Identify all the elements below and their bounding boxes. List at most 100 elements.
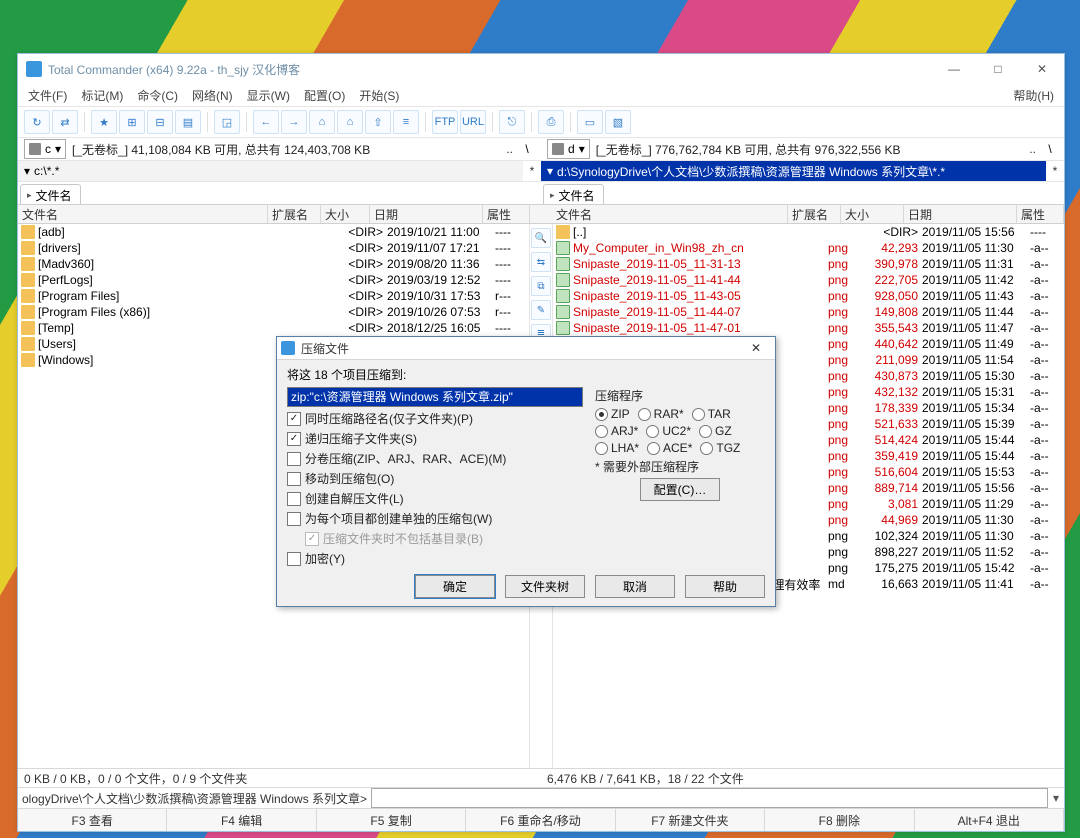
list-item[interactable]: [drivers]<DIR>2019/11/07 17:21---- xyxy=(18,240,529,256)
radio-lha[interactable]: LHA* xyxy=(595,441,639,455)
opt-move[interactable]: 移动到压缩包(O) xyxy=(287,470,583,487)
list-item[interactable]: Snipaste_2019-11-05_11-44-07png149,80820… xyxy=(553,304,1064,320)
path-left[interactable]: ▾ c:\*.* xyxy=(18,161,523,181)
opt-pathnames[interactable]: ✓同时压缩路径名(仅子文件夹)(P) xyxy=(287,410,583,427)
cmd-input[interactable] xyxy=(371,788,1048,808)
drive-select-left[interactable]: c ▾ xyxy=(24,139,66,159)
tool-rect-icon[interactable]: ▭ xyxy=(577,110,603,134)
opt-recurse[interactable]: ✓递归压缩子文件夹(S) xyxy=(287,430,583,447)
menu-file[interactable]: 文件(F) xyxy=(28,87,67,104)
list-item[interactable]: Snipaste_2019-11-05_11-41-44png222,70520… xyxy=(553,272,1064,288)
col-date[interactable]: 日期 xyxy=(370,205,483,223)
fkey-f8[interactable]: F8 删除 xyxy=(765,809,914,831)
minimize-button[interactable]: — xyxy=(932,54,976,84)
col-ext[interactable]: 扩展名 xyxy=(268,205,321,223)
col-attr[interactable]: 属性 xyxy=(483,205,530,223)
col-name[interactable]: 文件名 xyxy=(18,205,268,223)
col-size[interactable]: 大小 xyxy=(321,205,370,223)
tool-fill-icon[interactable]: ▧ xyxy=(605,110,631,134)
path-right[interactable]: ▾ d:\SynologyDrive\个人文档\少数派撰稿\资源管理器 Wind… xyxy=(541,161,1046,181)
tool-url-icon[interactable]: URL xyxy=(460,110,486,134)
tool-home-a-icon[interactable]: ⌂ xyxy=(309,110,335,134)
list-item[interactable]: Snipaste_2019-11-05_11-47-01png355,54320… xyxy=(553,320,1064,336)
fkey-f6[interactable]: F6 重命名/移动 xyxy=(466,809,615,831)
radio-tar[interactable]: TAR xyxy=(692,407,731,421)
menu-command[interactable]: 命令(C) xyxy=(137,87,178,104)
opt-separate[interactable]: 为每个项目都创建单独的压缩包(W) xyxy=(287,510,583,527)
path-aux-right[interactable]: * xyxy=(1046,161,1064,181)
tool-exit-icon[interactable]: ⎋ xyxy=(499,110,525,134)
vtool-copy-icon[interactable]: ⧉ xyxy=(531,276,551,296)
close-button[interactable]: ✕ xyxy=(1020,54,1064,84)
list-item[interactable]: My_Computer_in_Win98_zh_cnpng42,2932019/… xyxy=(553,240,1064,256)
col-name[interactable]: 文件名 xyxy=(552,205,788,223)
radio-zip[interactable]: ZIP xyxy=(595,407,630,421)
tool-forward-icon[interactable]: → xyxy=(281,110,307,134)
list-item[interactable]: [Madv360]<DIR>2019/08/20 11:36---- xyxy=(18,256,529,272)
col-date[interactable]: 日期 xyxy=(904,205,1017,223)
drive-select-right[interactable]: d ▾ xyxy=(547,139,590,159)
menu-start[interactable]: 开始(S) xyxy=(359,87,399,104)
opt-sfx[interactable]: 创建自解压文件(L) xyxy=(287,490,583,507)
tab-right-filename[interactable]: ▸ 文件名 xyxy=(543,184,604,204)
list-item[interactable]: [PerfLogs]<DIR>2019/03/19 12:52---- xyxy=(18,272,529,288)
list-item[interactable]: [Program Files (x86)]<DIR>2019/10/26 07:… xyxy=(18,304,529,320)
tool-back-icon[interactable]: ← xyxy=(253,110,279,134)
cmd-history-icon[interactable]: ▾ xyxy=(1048,791,1064,805)
drive-dots-right[interactable]: .. xyxy=(1029,142,1036,156)
radio-arj[interactable]: ARJ* xyxy=(595,424,638,438)
help-button[interactable]: 帮助 xyxy=(685,575,765,598)
radio-ace[interactable]: ACE* xyxy=(647,441,692,455)
opt-encrypt[interactable]: 加密(Y) xyxy=(287,550,583,567)
vtool-edit-icon[interactable]: ✎ xyxy=(531,300,551,320)
radio-uc2[interactable]: UC2* xyxy=(646,424,691,438)
tool-home-b-icon[interactable]: ⌂ xyxy=(337,110,363,134)
tool-up-icon[interactable]: ⇧ xyxy=(365,110,391,134)
tool-print-icon[interactable]: ⎙ xyxy=(538,110,564,134)
dialog-close-button[interactable]: ✕ xyxy=(741,341,771,355)
list-item[interactable]: [..]<DIR>2019/11/05 15:56---- xyxy=(553,224,1064,240)
tool-list-icon[interactable]: ▤ xyxy=(175,110,201,134)
tool-box-icon[interactable]: ◲ xyxy=(214,110,240,134)
drive-dots-left[interactable]: .. xyxy=(506,142,513,156)
menu-mark[interactable]: 标记(M) xyxy=(81,87,123,104)
menu-show[interactable]: 显示(W) xyxy=(247,87,290,104)
tool-swap-icon[interactable]: ⇄ xyxy=(52,110,78,134)
vtool-sync-icon[interactable]: ⇆ xyxy=(531,252,551,272)
tool-grid-a-icon[interactable]: ⊞ xyxy=(119,110,145,134)
list-item[interactable]: Snipaste_2019-11-05_11-31-13png390,97820… xyxy=(553,256,1064,272)
fkey-f3[interactable]: F3 查看 xyxy=(18,809,167,831)
tool-refresh-icon[interactable]: ↻ xyxy=(24,110,50,134)
fkey-f5[interactable]: F5 复制 xyxy=(317,809,466,831)
fkey-altf4[interactable]: Alt+F4 退出 xyxy=(915,809,1064,831)
radio-tgz[interactable]: TGZ xyxy=(700,441,740,455)
tree-button[interactable]: 文件夹树 xyxy=(505,575,585,598)
list-item[interactable]: [Temp]<DIR>2018/12/25 16:05---- xyxy=(18,320,529,336)
drive-root-right[interactable]: \ xyxy=(1042,142,1058,156)
tool-grid-b-icon[interactable]: ⊟ xyxy=(147,110,173,134)
tool-star-icon[interactable]: ★ xyxy=(91,110,117,134)
vtool-search-icon[interactable]: 🔍 xyxy=(531,228,551,248)
fkey-f7[interactable]: F7 新建文件夹 xyxy=(616,809,765,831)
list-item[interactable]: Snipaste_2019-11-05_11-43-05png928,05020… xyxy=(553,288,1064,304)
tab-left-filename[interactable]: ▸ 文件名 xyxy=(20,184,81,204)
menu-config[interactable]: 配置(O) xyxy=(304,87,345,104)
target-path-input[interactable]: zip:"c:\资源管理器 Windows 系列文章.zip" xyxy=(287,387,583,407)
fkey-f4[interactable]: F4 编辑 xyxy=(167,809,316,831)
maximize-button[interactable]: □ xyxy=(976,54,1020,84)
menu-net[interactable]: 网络(N) xyxy=(192,87,233,104)
col-size[interactable]: 大小 xyxy=(841,205,904,223)
list-item[interactable]: [adb]<DIR>2019/10/21 11:00---- xyxy=(18,224,529,240)
drive-root-left[interactable]: \ xyxy=(519,142,535,156)
radio-gz[interactable]: GZ xyxy=(699,424,732,438)
opt-split[interactable]: 分卷压缩(ZIP、ARJ、RAR、ACE)(M) xyxy=(287,450,583,467)
path-aux-left[interactable]: * xyxy=(523,161,541,181)
col-ext[interactable]: 扩展名 xyxy=(788,205,841,223)
config-button[interactable]: 配置(C)… xyxy=(640,478,720,501)
menu-help[interactable]: 帮助(H) xyxy=(1013,87,1054,104)
radio-rar[interactable]: RAR* xyxy=(638,407,684,421)
col-attr[interactable]: 属性 xyxy=(1017,205,1064,223)
tool-ftp-icon[interactable]: FTP xyxy=(432,110,458,134)
history-icon[interactable]: ▾ xyxy=(547,164,553,178)
tool-menu-icon[interactable]: ≡ xyxy=(393,110,419,134)
